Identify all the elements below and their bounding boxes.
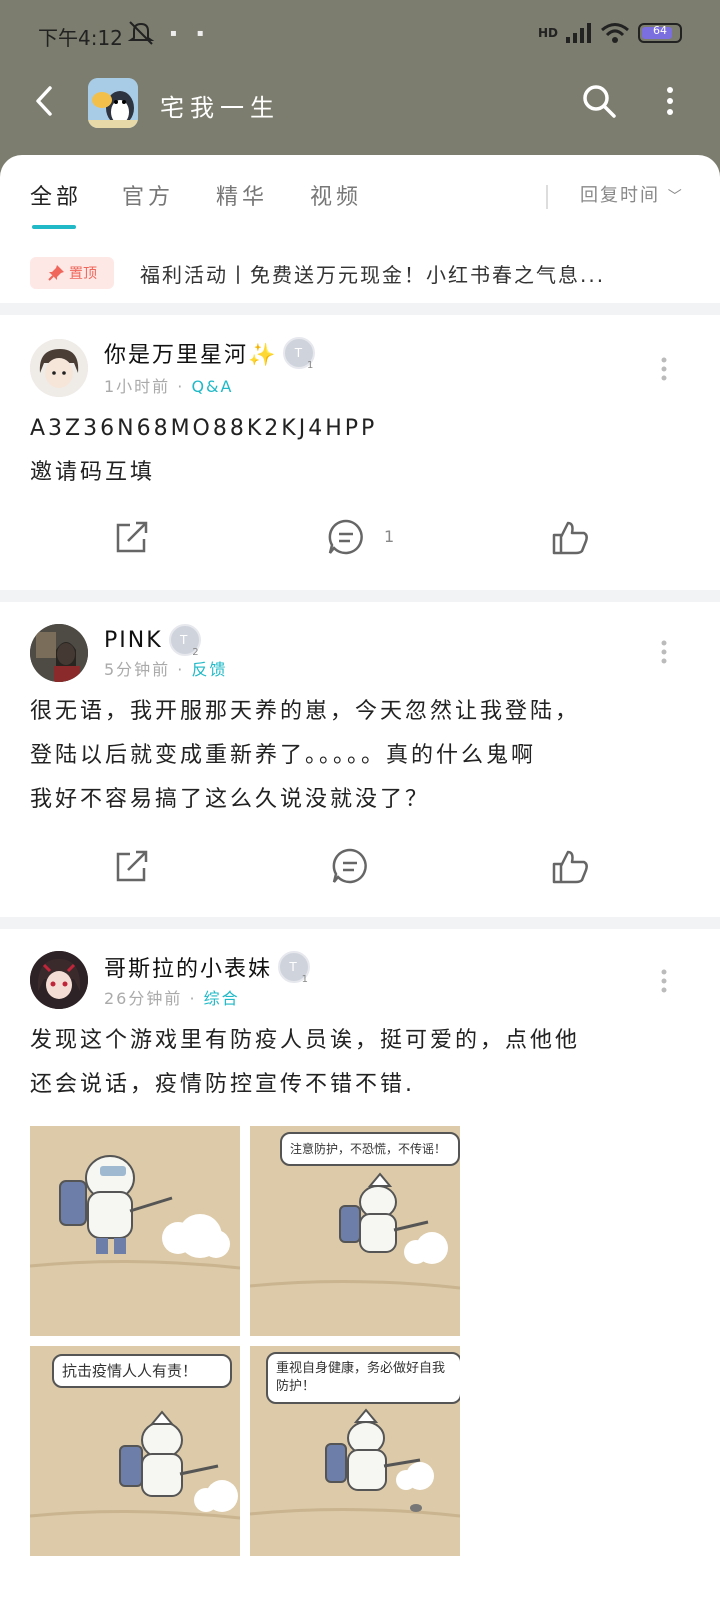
post-line: 很无语，我开服那天养的崽，今天忽然让我登陆，	[30, 699, 581, 724]
author-name: 你是万里星河✨	[104, 343, 278, 368]
post-line: 还会说话，疫情防控宣传不错不错.	[30, 1072, 415, 1097]
comment-count: 1	[384, 527, 395, 546]
sort-label: 回复时间	[580, 185, 660, 206]
like-icon[interactable]	[550, 846, 590, 886]
like-icon[interactable]	[550, 517, 590, 557]
level-badge: T1	[278, 951, 311, 985]
page-title: 宅我一生	[160, 94, 280, 122]
pinned-badge-label: 置顶	[69, 266, 97, 282]
post-image[interactable]	[30, 1126, 240, 1336]
post-image-grid[interactable]: 注意防护，不恐慌，不传谣！ 抗击疫情人人有责！ 重视自身健康，务必做好自我防护！	[30, 1126, 460, 1556]
post-image[interactable]: 注意防护，不恐慌，不传谣！	[250, 1126, 460, 1336]
avatar[interactable]	[30, 624, 88, 682]
post-meta: 1小时前 · Q&A	[104, 377, 234, 396]
comment-icon[interactable]	[326, 517, 366, 557]
status-right: HD 64	[538, 22, 682, 44]
post-image[interactable]: 重视自身健康，务必做好自我防护！	[250, 1346, 460, 1556]
comment-icon[interactable]	[330, 846, 370, 886]
post-image[interactable]: 抗击疫情人人有责！	[30, 1346, 240, 1556]
post-meta: 26分钟前 · 综合	[104, 989, 240, 1008]
search-icon[interactable]	[580, 82, 618, 120]
pinned-title: 福利活动丨免费送万元现金！小红书春之气息...	[140, 263, 606, 287]
share-icon[interactable]	[112, 846, 152, 886]
post-more-icon[interactable]	[660, 640, 668, 664]
post-category[interactable]: 综合	[204, 989, 240, 1008]
tab-separator	[546, 185, 548, 209]
post-more-icon[interactable]	[660, 357, 668, 381]
pinned-badge: 置顶	[30, 257, 114, 289]
tab-featured[interactable]: 精华	[216, 179, 268, 211]
author-name: PINK	[104, 627, 163, 653]
section-divider	[0, 590, 720, 602]
avatar[interactable]	[30, 339, 88, 397]
tab-video[interactable]: 视频	[310, 179, 362, 211]
post-author[interactable]: 哥斯拉的小表妹 T1	[104, 951, 311, 985]
network-type: HD	[537, 26, 558, 40]
post-body: 发现这个游戏里有防疫人员诶，挺可爱的，点他他 还会说话，疫情防控宣传不错不错.	[30, 1019, 680, 1107]
post-author[interactable]: PINK T2	[104, 624, 201, 658]
pin-icon	[48, 265, 64, 281]
post-time: 1小时前	[104, 377, 171, 396]
sprayer-worker-illustration	[30, 1126, 240, 1336]
tab-official[interactable]: 官方	[122, 179, 174, 211]
notification-icons: ▪▪	[170, 28, 224, 39]
author-name: 哥斯拉的小表妹	[104, 957, 273, 982]
section-divider	[0, 303, 720, 315]
pinned-post[interactable]: 置顶 福利活动丨免费送万元现金！小红书春之气息...	[30, 255, 700, 295]
post-line: 我好不容易搞了这么久说没就没了？	[30, 787, 431, 812]
post-body: 很无语，我开服那天养的崽，今天忽然让我登陆， 登陆以后就变成重新养了。。。。。真…	[30, 690, 680, 822]
battery-level: 64	[653, 24, 667, 37]
post-meta: 5分钟前 · 反馈	[104, 660, 228, 679]
back-arrow-icon[interactable]	[28, 84, 62, 118]
wifi-icon	[601, 23, 629, 43]
post-more-icon[interactable]	[660, 969, 668, 993]
top-bar: 宅我一生	[0, 72, 720, 132]
post-actions: 1	[0, 517, 720, 567]
post-line: A3Z36N68MO88K2KJ4HPP	[30, 416, 378, 441]
status-time: 下午4:12	[38, 26, 123, 50]
speech-bubble: 注意防护，不恐慌，不传谣！	[280, 1132, 460, 1166]
post-body: A3Z36N68MO88K2KJ4HPP 邀请码互填	[30, 407, 680, 495]
share-icon[interactable]	[112, 517, 152, 557]
post-line: 登陆以后就变成重新养了。。。。。真的什么鬼啊	[30, 743, 537, 768]
more-menu-icon[interactable]	[660, 82, 680, 120]
battery-icon: 64	[638, 23, 682, 43]
speech-bubble: 重视自身健康，务必做好自我防护！	[266, 1352, 460, 1404]
avatar[interactable]	[30, 951, 88, 1009]
speech-bubble: 抗击疫情人人有责！	[52, 1354, 232, 1388]
tab-bar: 全部 官方 精华 视频 回复时间 ﹀	[0, 179, 720, 239]
post-actions	[0, 846, 720, 896]
chevron-down-icon: ﹀	[667, 189, 684, 205]
status-bar: 下午4:12 ▪▪ HD 64	[38, 18, 682, 52]
signal-icon	[566, 23, 591, 43]
section-divider	[0, 917, 720, 929]
game-avatar[interactable]	[88, 78, 138, 128]
tab-all[interactable]: 全部	[30, 179, 82, 211]
post-category[interactable]: 反馈	[191, 660, 227, 679]
post-card[interactable]: PINK T2 5分钟前 · 反馈 很无语，我开服那天养的崽，今天忽然让我登陆，…	[0, 602, 720, 917]
post-line: 发现这个游戏里有防疫人员诶，挺可爱的，点他他	[30, 1028, 581, 1053]
penguin-logo-icon	[88, 78, 138, 128]
post-time: 26分钟前	[104, 989, 183, 1008]
sort-dropdown[interactable]: 回复时间 ﹀	[580, 181, 684, 207]
level-badge: T1	[283, 337, 316, 371]
post-author[interactable]: 你是万里星河✨ T1	[104, 337, 316, 371]
active-tab-indicator	[32, 225, 76, 229]
post-time: 5分钟前	[104, 660, 171, 679]
post-card[interactable]: 你是万里星河✨ T1 1小时前 · Q&A A3Z36N68MO88K2KJ4H…	[0, 315, 720, 590]
post-line: 邀请码互填	[30, 460, 156, 485]
post-category[interactable]: Q&A	[191, 377, 233, 396]
level-badge: T2	[168, 624, 201, 658]
mute-bell-icon	[127, 21, 155, 45]
